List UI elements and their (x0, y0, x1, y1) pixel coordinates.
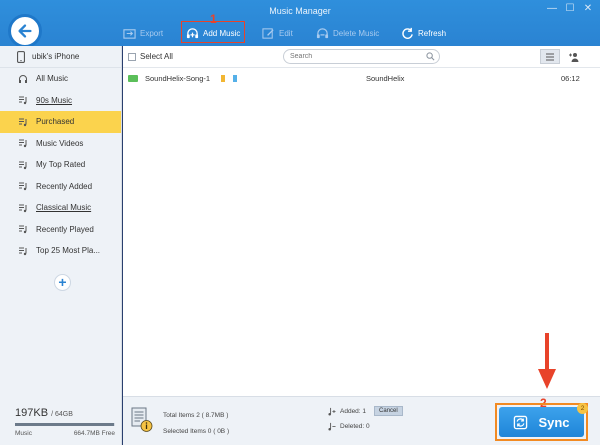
search-input[interactable] (283, 49, 440, 64)
playlist-icon (19, 182, 27, 191)
playlist-icon (19, 161, 27, 169)
arrow-left-icon (18, 24, 32, 38)
sidebar-item-purchased[interactable]: Purchased (0, 111, 121, 133)
edit-button[interactable]: Edit (262, 26, 293, 40)
add-playlist-button[interactable]: + (54, 274, 71, 291)
back-button[interactable] (8, 14, 42, 48)
sidebar-item-label: All Music (36, 74, 69, 84)
sidebar-item-top-25-most-played[interactable]: Top 25 Most Pla... (0, 240, 121, 262)
window-title: Music Manager (269, 6, 331, 16)
sidebar-item-recently-added[interactable]: Recently Added (0, 176, 121, 198)
added-count: Added: 1 (340, 407, 367, 415)
export-label: Export (140, 28, 164, 38)
down-arrow-annotation-icon (538, 333, 556, 389)
headphones-icon (19, 74, 27, 83)
song-artist: SoundHelix (366, 74, 405, 83)
playlist-icon (19, 96, 27, 105)
storage-panel: 197KB / 64GB Music 664.7MB Free (0, 399, 122, 445)
storage-used-value: 197KB (15, 407, 49, 419)
item-totals: Total Items 2 ( 8.7MB ) Selected Items 0… (163, 408, 229, 440)
close-button[interactable]: ✕ (582, 3, 594, 15)
sidebar-item-label: Classical Music (36, 203, 92, 213)
sidebar-item-all-music[interactable]: All Music (0, 68, 121, 90)
sync-label: Sync (538, 414, 570, 430)
headphones-delete-icon (316, 27, 329, 38)
new-badge-icon (128, 75, 138, 82)
cancel-button[interactable]: Cancel (374, 406, 403, 416)
add-music-button[interactable]: Add Music (186, 26, 240, 40)
sidebar-item-label: Recently Played (36, 224, 94, 234)
sidebar-item-label: Music Videos (36, 138, 84, 148)
storage-total: / 64GB (51, 411, 73, 418)
device-selector[interactable]: ubik's iPhone (0, 46, 121, 68)
playlist-icon (19, 247, 27, 255)
export-button[interactable]: Export (123, 26, 163, 40)
playlist-icon (19, 204, 27, 212)
headphones-add-icon (186, 27, 199, 38)
step-marker-1: 1 (210, 12, 217, 26)
storage-bar-fill (15, 423, 114, 426)
sidebar-item-classical-music[interactable]: Classical Music (0, 197, 121, 219)
refresh-label: Refresh (418, 28, 447, 38)
search-icon[interactable] (426, 52, 435, 61)
list-header: Select All (123, 46, 600, 68)
song-duration: 06:12 (561, 74, 580, 83)
storage-details: Music 664.7MB Free (15, 430, 115, 437)
playlist-icon (19, 139, 27, 148)
storage-category: Music (15, 430, 32, 437)
minimize-button[interactable]: — (546, 3, 558, 15)
selected-items: Selected Items 0 ( 0B ) (163, 428, 230, 435)
storage-free: 664.7MB Free (73, 430, 115, 437)
phone-icon (17, 50, 25, 63)
export-icon (123, 28, 136, 39)
artist-view-button[interactable] (564, 49, 584, 64)
music-note-add-icon (328, 407, 336, 415)
music-list-panel: Select All SoundHelix-Song-1 SoundHelix … (123, 46, 600, 396)
total-items: Total Items 2 ( 8.7MB ) (163, 412, 229, 419)
storage-bar (15, 423, 115, 426)
select-all-checkbox[interactable] (128, 52, 136, 61)
edit-icon (262, 27, 274, 39)
window-controls: — ☐ ✕ (546, 3, 594, 15)
edit-label: Edit (279, 28, 293, 38)
table-row[interactable]: SoundHelix-Song-1 SoundHelix 06:12 (123, 70, 600, 88)
footer-bar: Total Items 2 ( 8.7MB ) Selected Items 0… (123, 333, 600, 445)
quality-badge-icon (233, 75, 237, 82)
added-status: Added: 1 Cancel (327, 406, 403, 416)
title-toolbar: Music Manager — ☐ ✕ Export 1 Add Music E… (0, 0, 600, 48)
music-note-delete-icon (328, 422, 336, 431)
deleted-count: Deleted: 0 (340, 423, 370, 430)
storage-used: 197KB / 64GB (15, 407, 112, 419)
sidebar-item-recently-played[interactable]: Recently Played (0, 219, 121, 241)
sync-icon (514, 415, 528, 429)
refresh-icon (402, 27, 413, 39)
document-info-icon (131, 407, 153, 432)
sidebar-item-label: Recently Added (36, 181, 93, 191)
select-all-label[interactable]: Select All (140, 52, 173, 61)
sidebar-item-label: My Top Rated (36, 160, 86, 170)
list-view-icon (546, 52, 554, 61)
sidebar-item-my-top-rated[interactable]: My Top Rated (0, 154, 121, 176)
song-title: SoundHelix-Song-1 (145, 74, 211, 83)
person-music-icon (569, 52, 579, 62)
delete-music-label: Delete Music (333, 28, 380, 38)
device-name: ubik's iPhone (32, 52, 80, 61)
playlist-icon (19, 118, 27, 126)
delete-music-button[interactable]: Delete Music (316, 26, 379, 40)
list-view-button[interactable] (540, 49, 560, 64)
deleted-status: Deleted: 0 (327, 422, 370, 431)
sync-count-badge: 2 (577, 403, 588, 414)
maximize-button[interactable]: ☐ (564, 3, 576, 15)
sidebar-item-label: 90s Music (36, 95, 73, 105)
refresh-button[interactable]: Refresh (401, 26, 446, 40)
format-badge-icon (221, 75, 225, 82)
add-music-label: Add Music (203, 28, 241, 38)
playlist-icon (19, 225, 27, 234)
sidebar-item-label: Top 25 Most Pla... (36, 246, 101, 256)
sidebar-item-label: Purchased (36, 117, 75, 127)
sidebar: ubik's iPhone All Music 90s Music Purcha… (0, 46, 122, 445)
sidebar-item-music-videos[interactable]: Music Videos (0, 133, 121, 155)
sync-button[interactable]: Sync (499, 407, 584, 437)
sidebar-item-90s-music[interactable]: 90s Music (0, 90, 121, 112)
